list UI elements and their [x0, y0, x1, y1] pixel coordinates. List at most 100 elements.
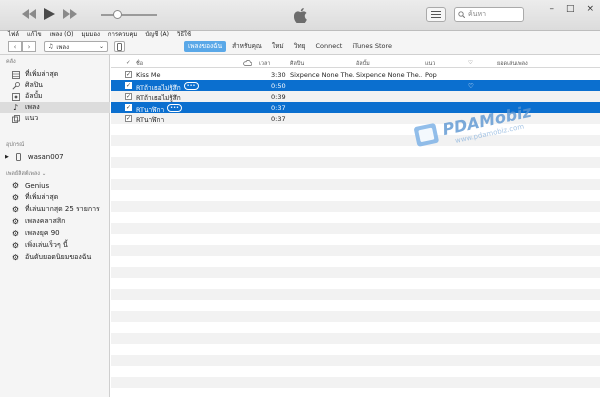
empty-row: [111, 179, 600, 190]
table-row[interactable]: ✓ Kiss Me 3:30 Sixpence None The... Sixp…: [111, 69, 600, 80]
sidebar-playlist-genius[interactable]: ⚙ Genius: [0, 180, 110, 191]
row-checkbox[interactable]: ✓: [125, 93, 132, 100]
row-checkbox[interactable]: ✓: [125, 115, 132, 122]
sidebar-item-artists[interactable]: ศิลปิน: [0, 80, 110, 91]
track-time: 0:50: [271, 82, 286, 90]
album-icon: [11, 92, 20, 101]
empty-row: [111, 377, 600, 388]
table-row[interactable]: ✓ RTถ้าเธอไม่รู้สึก ••• 0:50 ♡: [111, 80, 600, 92]
empty-row: [111, 289, 600, 300]
status-display: [180, 0, 420, 31]
maximize-button[interactable]: □: [566, 4, 575, 14]
sidebar-playlist-90s[interactable]: ⚙ เพลงยุค 90: [0, 228, 110, 239]
empty-row: [111, 212, 600, 223]
sidebar-item-label: เพิ่งเล่นเร็วๆ นี้: [25, 241, 68, 249]
iphone-icon: [117, 42, 122, 51]
gear-icon: ⚙: [11, 205, 20, 214]
microphone-icon: [11, 81, 20, 90]
sidebar-item-label: อัลบั้ม: [25, 92, 43, 100]
media-type-select[interactable]: ♫ เพลง ⌄: [44, 41, 108, 52]
row-checkbox[interactable]: ✓: [125, 82, 132, 89]
empty-row: [111, 245, 600, 256]
empty-row: [111, 366, 600, 377]
menu-view[interactable]: มุมมอง: [82, 31, 100, 39]
volume-slider[interactable]: [101, 10, 157, 19]
iphone-icon: [14, 152, 23, 161]
rewind-icon[interactable]: [22, 9, 36, 19]
heart-column-icon[interactable]: ♡: [468, 60, 473, 66]
close-button[interactable]: ×: [586, 4, 594, 14]
search-field[interactable]: ค้นหา: [454, 7, 524, 22]
media-type-label: เพลง: [56, 43, 70, 51]
sidebar-playlist-recently-added[interactable]: ⚙ ที่เพิ่มล่าสุด: [0, 192, 110, 203]
menu-edit[interactable]: แก้ไข: [27, 31, 42, 39]
tab-new[interactable]: ใหม่: [268, 41, 288, 52]
device-button[interactable]: [114, 41, 125, 52]
track-album: Sixpence None The...: [356, 71, 422, 79]
gear-icon: ⚙: [11, 217, 20, 226]
row-checkbox[interactable]: ✓: [125, 104, 132, 111]
playlists-header[interactable]: เพลย์ลิสต์เพลง ⌄: [6, 170, 46, 178]
column-artist-header[interactable]: ศิลปิน: [290, 60, 304, 68]
search-icon: [458, 11, 465, 18]
sidebar-item-label: ศิลปิน: [25, 81, 43, 89]
empty-row: [111, 190, 600, 201]
column-header-row: ✓ ชื่อ เวลา ศิลปิน อัลบั้ม แนว ♡ ยอดเล่น…: [111, 57, 600, 68]
sidebar-item-albums[interactable]: อัลบั้ม: [0, 91, 110, 102]
sidebar-item-recently-added[interactable]: ที่เพิ่มล่าสุด: [0, 69, 110, 80]
column-check-header[interactable]: ✓: [126, 60, 131, 66]
sidebar-playlist-top-rated[interactable]: ⚙ อันดับยอดนิยมของฉัน: [0, 252, 110, 263]
track-time: 0:37: [271, 115, 286, 123]
music-note-icon: ♫: [48, 43, 54, 50]
column-album-header[interactable]: อัลบั้ม: [356, 60, 370, 68]
search-placeholder: ค้นหา: [468, 10, 487, 18]
column-name-header[interactable]: ชื่อ: [136, 60, 143, 68]
minimize-button[interactable]: –: [549, 4, 554, 14]
menu-controls[interactable]: การควบคุม: [108, 31, 137, 39]
tab-for-you[interactable]: สำหรับคุณ: [228, 41, 266, 52]
track-genre: Pop: [425, 71, 437, 79]
menu-account[interactable]: บัญชี (A): [145, 31, 169, 39]
tab-radio[interactable]: วิทยุ: [290, 41, 310, 52]
column-genre-header[interactable]: แนว: [425, 60, 435, 68]
window-controls: – □ ×: [549, 4, 594, 14]
chevron-down-icon: ⌄: [98, 43, 104, 50]
tab-connect[interactable]: Connect: [311, 41, 346, 52]
empty-row: [111, 344, 600, 355]
icloud-icon[interactable]: [243, 60, 253, 68]
menu-file[interactable]: ไฟล์: [8, 31, 19, 39]
sidebar-item-device[interactable]: ▶ wasan007: [0, 151, 110, 162]
column-time-header[interactable]: เวลา: [259, 60, 270, 68]
sidebar-item-genres[interactable]: แนว: [0, 113, 110, 124]
fast-forward-icon[interactable]: [63, 9, 77, 19]
tab-my-music[interactable]: เพลงของฉัน: [184, 41, 227, 52]
more-options-icon[interactable]: •••: [167, 104, 182, 112]
row-checkbox[interactable]: ✓: [125, 71, 132, 78]
sidebar-item-label: ที่เพิ่มล่าสุด: [25, 70, 59, 78]
sidebar-item-songs[interactable]: ♪ เพลง: [0, 102, 110, 113]
back-button[interactable]: ‹: [8, 41, 22, 52]
menu-help[interactable]: วิธีใช้: [177, 31, 191, 39]
sidebar-item-label: อันดับยอดนิยมของฉัน: [25, 253, 92, 261]
column-plays-header[interactable]: ยอดเล่นเพลง: [497, 60, 528, 68]
forward-button[interactable]: ›: [22, 41, 36, 52]
menu-song[interactable]: เพลง (O): [50, 31, 74, 39]
volume-knob[interactable]: [113, 10, 122, 19]
genre-icon: [11, 114, 20, 123]
sidebar-playlist-classical[interactable]: ⚙ เพลงคลาสสิก: [0, 216, 110, 227]
gear-icon: ⚙: [11, 229, 20, 238]
tab-itunes-store[interactable]: iTunes Store: [348, 41, 396, 52]
sidebar-playlist-recently-played[interactable]: ⚙ เพิ่งเล่นเร็วๆ นี้: [0, 240, 110, 251]
up-next-button[interactable]: [426, 7, 446, 22]
empty-row: [111, 333, 600, 344]
sidebar-playlist-top-25[interactable]: ⚙ ที่เล่นมากสุด 25 รายการ: [0, 204, 110, 215]
disclosure-triangle-icon[interactable]: ▶: [5, 154, 9, 160]
sidebar-item-label: แนว: [25, 114, 39, 122]
sidebar-item-label: ที่เพิ่มล่าสุด: [25, 193, 59, 201]
library-header: คลัง: [6, 59, 16, 65]
heart-icon[interactable]: ♡: [468, 82, 474, 90]
play-icon[interactable]: [44, 8, 55, 20]
more-options-icon[interactable]: •••: [183, 82, 199, 90]
empty-row: [111, 300, 600, 311]
toolbar: ‹ › ♫ เพลง ⌄ เพลงของฉัน สำหรับคุณ ใหม่ ว…: [0, 39, 600, 55]
